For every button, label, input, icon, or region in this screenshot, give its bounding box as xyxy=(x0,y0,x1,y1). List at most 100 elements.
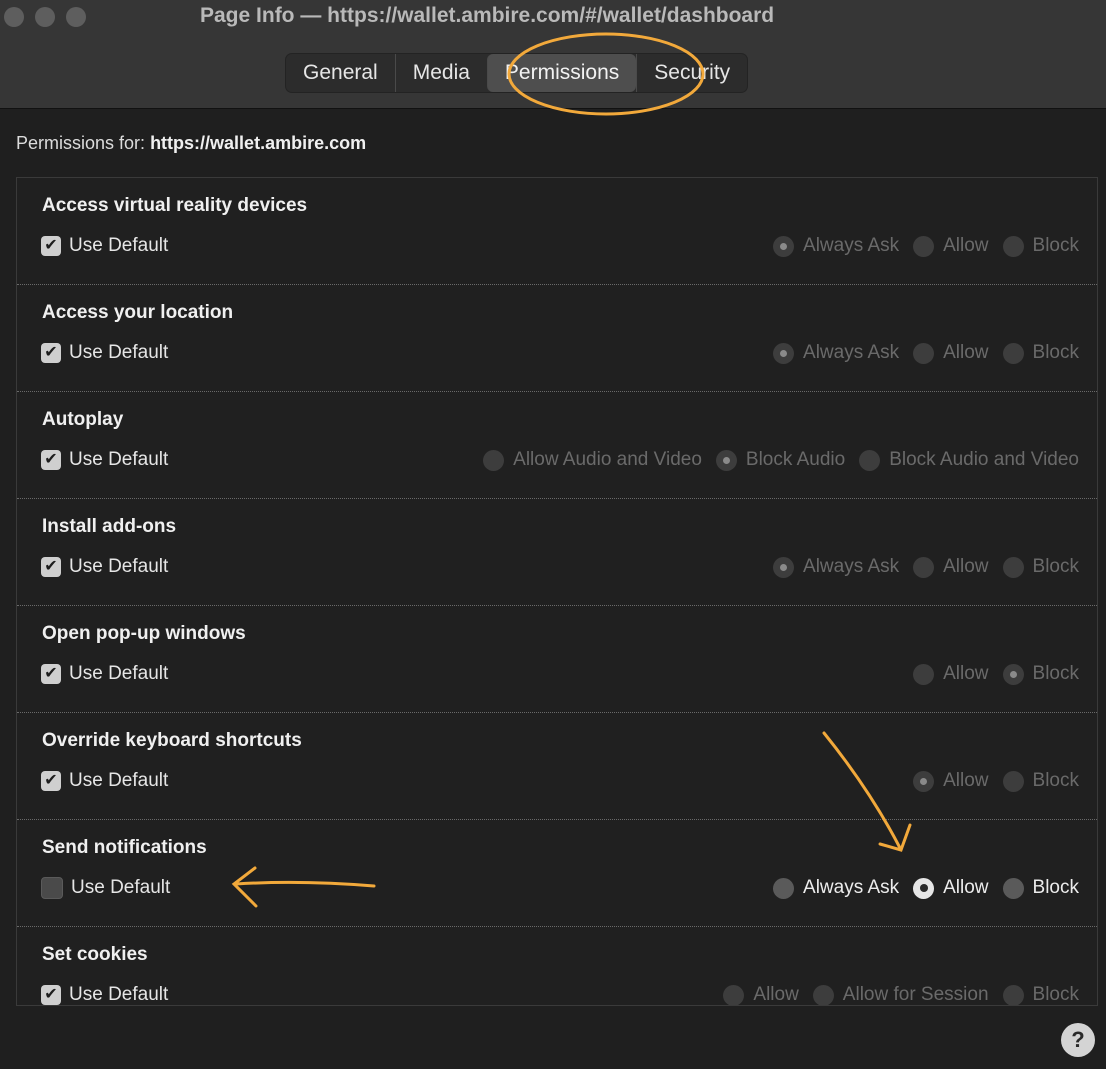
empty-checkbox-icon xyxy=(41,877,63,899)
radio-option[interactable]: Always Ask xyxy=(773,556,899,578)
radio-option[interactable]: Always Ask xyxy=(773,342,899,364)
radio-icon xyxy=(1002,342,1024,364)
radio-icon xyxy=(773,877,795,899)
permissions-for-header: Permissions for: https://wallet.ambire.c… xyxy=(16,133,366,154)
radio-icon xyxy=(715,449,737,471)
radio-option[interactable]: Always Ask xyxy=(773,235,899,257)
radio-option[interactable]: Block xyxy=(1002,984,1079,1005)
radio-label: Allow xyxy=(943,235,989,256)
tab-media[interactable]: Media xyxy=(394,54,487,92)
use-default-checkbox[interactable]: ✔ Use Default xyxy=(41,984,168,1005)
radio-icon xyxy=(859,449,881,471)
use-default-label: Use Default xyxy=(69,663,169,684)
permission-row: Access your location ✔ Use Default Always A… xyxy=(17,285,1097,392)
radio-label: Allow xyxy=(943,342,989,363)
permission-row: Send notifications Use Default Always Ask A… xyxy=(17,820,1097,927)
window-title: Page Info — https://wallet.ambire.com/#/… xyxy=(200,4,775,27)
checkmark-icon: ✔ xyxy=(41,771,61,791)
permission-options: Always Ask Allow Block xyxy=(773,556,1079,578)
permission-title: Override keyboard shortcuts xyxy=(42,730,302,751)
radio-icon xyxy=(913,877,935,899)
radio-label: Block Audio xyxy=(745,449,846,470)
radio-icon xyxy=(913,556,935,578)
radio-icon xyxy=(1002,235,1024,257)
radio-label: Allow xyxy=(943,663,989,684)
radio-icon xyxy=(1002,556,1024,578)
minimize-window-button[interactable] xyxy=(35,7,55,27)
radio-option[interactable]: Block xyxy=(1002,556,1079,578)
checkmark-icon: ✔ xyxy=(41,985,61,1005)
help-button[interactable]: ? xyxy=(1061,1023,1095,1057)
radio-label: Block xyxy=(1032,984,1079,1005)
close-window-button[interactable] xyxy=(4,7,24,27)
radio-option[interactable]: Allow xyxy=(913,877,989,899)
radio-icon xyxy=(723,984,745,1005)
radio-label: Always Ask xyxy=(803,877,900,898)
use-default-checkbox[interactable]: Use Default xyxy=(41,877,170,899)
permission-title: Open pop-up windows xyxy=(42,623,246,644)
checkmark-icon: ✔ xyxy=(41,664,61,684)
permission-options: Always Ask Allow Block xyxy=(773,877,1079,899)
radio-option[interactable]: Allow xyxy=(723,984,799,1005)
radio-option[interactable]: Block xyxy=(1002,235,1079,257)
radio-option[interactable]: Allow Audio and Video xyxy=(483,449,702,471)
radio-label: Allow xyxy=(943,877,989,898)
radio-icon xyxy=(1002,877,1024,899)
use-default-checkbox[interactable]: ✔ Use Default xyxy=(41,663,168,685)
title-bar: Page Info — https://wallet.ambire.com/#/… xyxy=(0,0,1106,109)
permission-title: Install add-ons xyxy=(42,516,177,537)
permissions-list: Access virtual reality devices ✔ Use Defau… xyxy=(16,177,1098,1006)
use-default-checkbox[interactable]: ✔ Use Default xyxy=(41,235,168,257)
radio-icon xyxy=(773,556,795,578)
radio-icon xyxy=(483,449,505,471)
use-default-label: Use Default xyxy=(69,449,169,470)
radio-option[interactable]: Block xyxy=(1002,342,1079,364)
zoom-window-button[interactable] xyxy=(66,7,86,27)
tab-general[interactable]: General xyxy=(286,54,395,92)
permission-title: Set cookies xyxy=(42,944,148,965)
use-default-checkbox[interactable]: ✔ Use Default xyxy=(41,449,168,471)
use-default-checkbox[interactable]: ✔ Use Default xyxy=(41,770,168,792)
permission-title: Access virtual reality devices xyxy=(42,195,308,216)
radio-icon xyxy=(1002,663,1024,685)
radio-option[interactable]: Allow xyxy=(913,770,989,792)
checkmark-icon: ✔ xyxy=(41,450,61,470)
radio-label: Always Ask xyxy=(803,235,900,256)
radio-icon xyxy=(913,342,935,364)
radio-label: Block xyxy=(1032,663,1079,684)
radio-label: Block Audio and Video xyxy=(889,449,1079,470)
permissions-for-label: Permissions for: xyxy=(16,133,146,153)
radio-option[interactable]: Always Ask xyxy=(773,877,899,899)
radio-option[interactable]: Allow xyxy=(913,663,989,685)
radio-icon xyxy=(1002,984,1024,1005)
radio-option[interactable]: Block Audio and Video xyxy=(859,449,1079,471)
radio-option[interactable]: Block xyxy=(1002,663,1079,685)
tab-bar: General Media Permissions Security xyxy=(285,53,749,93)
checkmark-icon: ✔ xyxy=(41,236,61,256)
radio-label: Allow for Session xyxy=(842,984,989,1005)
permission-options: Allow Allow for Session Block xyxy=(723,984,1079,1005)
use-default-label: Use Default xyxy=(69,770,169,791)
radio-option[interactable]: Allow xyxy=(913,235,989,257)
checkmark-icon: ✔ xyxy=(41,557,61,577)
tab-security[interactable]: Security xyxy=(636,54,747,92)
radio-label: Block xyxy=(1032,556,1079,577)
radio-option[interactable]: Block xyxy=(1002,877,1079,899)
use-default-checkbox[interactable]: ✔ Use Default xyxy=(41,556,168,578)
radio-option[interactable]: Block Audio xyxy=(715,449,846,471)
radio-icon xyxy=(913,235,935,257)
radio-label: Allow Audio and Video xyxy=(513,449,702,470)
permission-options: Allow Block xyxy=(913,770,1079,792)
permission-row: Override keyboard shortcuts ✔ Use Default A… xyxy=(17,713,1097,820)
permission-options: Allow Block xyxy=(913,663,1079,685)
permission-row: Set cookies ✔ Use Default Allow Allow for Se… xyxy=(17,927,1097,1005)
radio-option[interactable]: Allow xyxy=(913,342,989,364)
radio-icon xyxy=(773,342,795,364)
radio-option[interactable]: Allow for Session xyxy=(812,984,989,1005)
permission-title: Autoplay xyxy=(42,409,124,430)
permission-row: Open pop-up windows ✔ Use Default Allow Bloc… xyxy=(17,606,1097,713)
tab-permissions[interactable]: Permissions xyxy=(486,54,637,92)
radio-option[interactable]: Allow xyxy=(913,556,989,578)
use-default-checkbox[interactable]: ✔ Use Default xyxy=(41,342,168,364)
radio-option[interactable]: Block xyxy=(1002,770,1079,792)
